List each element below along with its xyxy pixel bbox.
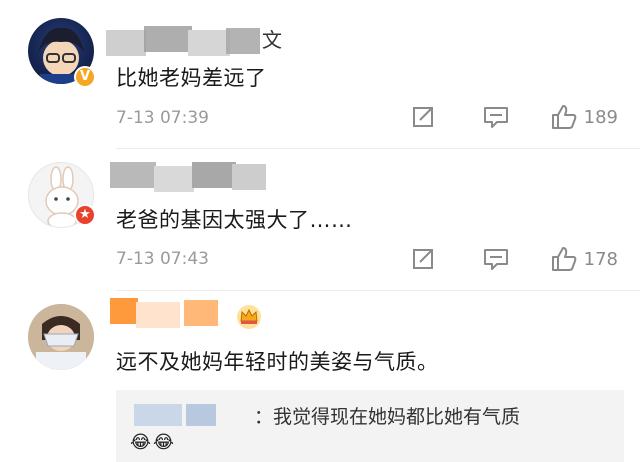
username[interactable]	[106, 26, 266, 56]
username[interactable]	[110, 298, 230, 328]
reply-box[interactable]: ：我觉得现在她妈都比她有气质 😂😂	[116, 390, 624, 462]
comment-actions: 189	[410, 104, 618, 130]
like-icon[interactable]	[550, 246, 578, 272]
laughing-emoji-icon: 😂😂	[130, 432, 177, 453]
username[interactable]	[110, 160, 270, 192]
comment-time: 7-13 07:43	[116, 249, 209, 269]
like-count: 189	[583, 106, 618, 128]
like-count: 178	[583, 248, 618, 270]
crown-icon	[236, 304, 262, 334]
verified-badge-icon: V	[74, 66, 96, 88]
member-badge-icon: ★	[74, 204, 96, 226]
divider	[116, 290, 640, 291]
comment-text: 远不及她妈年轻时的美姿与气质。	[116, 350, 439, 374]
like-icon[interactable]	[550, 104, 578, 130]
comment-icon[interactable]	[482, 104, 510, 130]
reply-text: ：我觉得现在她妈都比她有气质	[254, 406, 521, 428]
comment-actions: 178	[410, 246, 618, 272]
username-tail: 文	[262, 28, 282, 52]
reply-username[interactable]	[134, 404, 182, 426]
comment-text: 比她老妈差远了	[116, 66, 267, 90]
share-icon[interactable]	[410, 104, 438, 130]
comment-text: 老爸的基因太强大了……	[116, 208, 353, 232]
avatar[interactable]	[28, 304, 94, 370]
share-icon[interactable]	[410, 246, 438, 272]
comment-time: 7-13 07:39	[116, 108, 209, 128]
comment-icon[interactable]	[482, 246, 510, 272]
divider	[116, 148, 640, 149]
